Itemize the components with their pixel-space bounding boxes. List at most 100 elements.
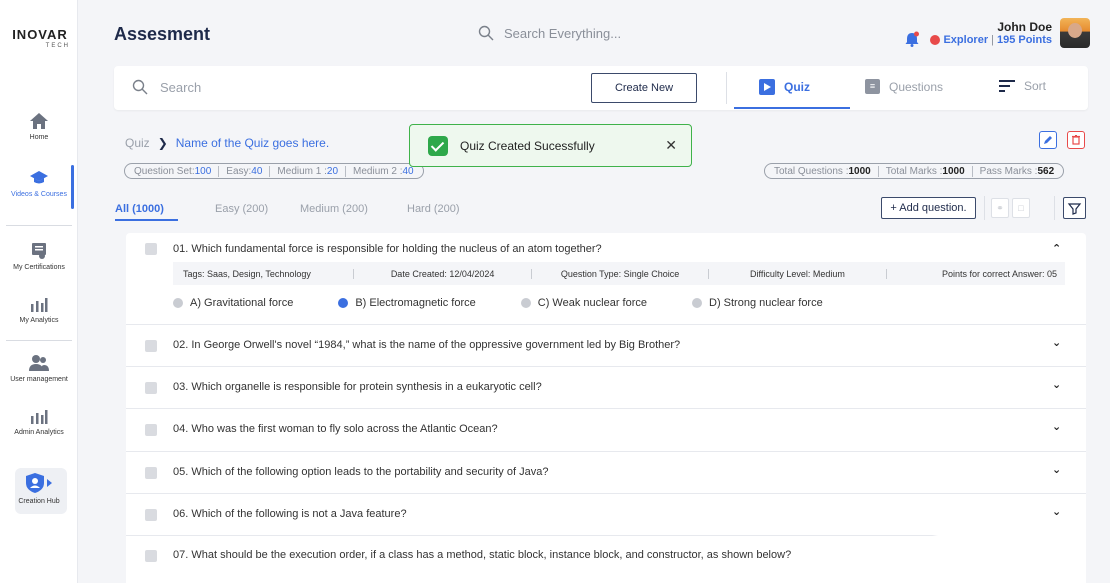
sidebar-item-home[interactable]: Home [0,112,78,141]
chevron-down-icon[interactable]: ⌄ [1052,336,1061,349]
question-text: 07. What should be the execution order, … [173,549,792,561]
close-icon[interactable]: ✕ [665,137,677,154]
question-checkbox[interactable] [145,424,157,436]
page-title: Assesment [114,24,211,44]
sidebar-item-admin-analytics[interactable]: Admin Analytics [0,407,78,436]
sidebar-divider [6,340,72,341]
question-date: Date Created: 12/04/2024 [354,268,532,279]
brand-name: INOVAR [12,27,68,42]
edit-quiz-button[interactable] [1039,131,1057,149]
notification-bell-icon[interactable] [904,31,920,47]
avatar[interactable] [1060,18,1090,48]
link-icon[interactable]: ⚭ [991,198,1009,218]
stat-value: 100 [194,165,212,177]
question-checkbox[interactable] [145,382,157,394]
quiz-stats-right: Total Questions :1000 Total Marks :1000 … [764,163,1065,179]
sort-icon [999,80,1015,92]
user-profile[interactable]: John Doe Explorer | 195 Points [930,18,1090,48]
pencil-icon [1044,136,1052,144]
success-toast: Quiz Created Sucessfully ✕ [409,124,692,167]
stat-value: 40 [251,165,263,177]
quiz-toolbar: Search Create New Quiz ≡ Questions Sort [114,66,1088,110]
sidebar-item-user-management[interactable]: User management [0,354,78,383]
question-row[interactable]: 06. Which of the following is not a Java… [126,494,1086,536]
create-new-button[interactable]: Create New [591,73,697,103]
trash-icon[interactable]: □ [1012,198,1030,218]
question-checkbox[interactable] [145,467,157,479]
answer-option[interactable]: B) Electromagnetic force [338,297,476,309]
answer-option[interactable]: D) Strong nuclear force [692,297,823,309]
tab-label: Questions [889,79,944,94]
sidebar-item-certifications[interactable]: My Certifications [0,242,78,271]
question-checkbox[interactable] [145,340,157,352]
toast-message: Quiz Created Sucessfully [460,138,595,153]
certificate-icon [32,243,46,259]
search-icon [478,25,494,41]
answer-option[interactable]: C) Weak nuclear force [520,297,647,309]
search-input[interactable]: Search [132,79,201,95]
question-checkbox[interactable] [145,550,157,562]
option-label: A) Gravitational force [190,297,294,309]
filter-tab-easy[interactable]: Easy (200) [215,203,268,215]
question-row[interactable]: 04. Who was the first woman to fly solo … [126,409,1086,452]
sidebar-divider [6,225,72,226]
question-meta: Tags: Saas, Design, Technology Date Crea… [173,262,1065,285]
brand-logo[interactable]: INOVAR TECH [10,27,70,49]
filter-tab-medium[interactable]: Medium (200) [300,203,368,215]
sidebar-item-my-analytics[interactable]: My Analytics [0,295,78,324]
global-search[interactable]: Search Everything... [478,25,621,41]
answer-option[interactable]: A) Gravitational force [173,297,293,309]
question-row[interactable]: 02. In George Orwell's novel “1984,” wha… [126,325,1086,367]
sidebar-item-label: My Analytics [19,317,59,324]
filter-tab-all[interactable]: All (1000) [115,203,164,215]
tab-sort[interactable]: Sort [999,79,1046,93]
list-icon: ≡ [865,79,880,94]
answer-options: A) Gravitational force B) Electromagneti… [173,297,868,309]
question-text: 06. Which of the following is not a Java… [173,508,407,520]
stat-value: 40 [402,165,414,177]
chevron-down-icon[interactable]: ⌄ [1052,463,1061,476]
question-checkbox[interactable] [145,509,157,521]
chevron-up-icon[interactable]: ⌃ [1052,242,1061,255]
question-checkbox[interactable] [145,243,157,255]
tab-questions[interactable]: ≡ Questions [865,79,943,94]
toolbar-divider [726,72,727,104]
sidebar-item-creation-hub[interactable]: Creation Hub [0,472,78,505]
sidebar-item-label: Admin Analytics [14,429,64,436]
delete-quiz-button[interactable] [1067,131,1085,149]
filter-button[interactable] [1063,197,1086,219]
chevron-down-icon[interactable]: ⌄ [1052,378,1061,391]
question-row[interactable]: 05. Which of the following option leads … [126,452,1086,494]
divider [1054,196,1055,220]
user-points: 195 Points [996,34,1052,46]
stat-label: Total Questions : [774,165,849,177]
chevron-right-icon: ❯ [157,136,168,150]
filter-icon [1067,203,1082,215]
radio-icon [692,298,702,308]
sidebar-item-label: My Certifications [13,264,65,271]
analytics-icon [31,298,48,312]
stat-label: Total Marks : [885,165,943,177]
question-row-expanded[interactable]: 01. Which fundamental force is responsib… [126,233,1086,325]
users-icon [29,355,49,371]
breadcrumb-current: Name of the Quiz goes here. [175,136,330,150]
breadcrumb-root[interactable]: Quiz [125,136,150,150]
chevron-down-icon[interactable]: ⌄ [1052,505,1061,518]
quiz-stats-left: Question Set:100 Easy:40 Medium 1 :20 Me… [124,163,424,179]
sidebar-item-label: Home [29,134,49,141]
sidebar-item-label: Videos & Courses [11,191,67,198]
user-badge: Explorer [943,34,989,46]
sidebar-item-videos-courses[interactable]: Videos & Courses [0,165,78,209]
tab-quiz[interactable]: Quiz [759,79,810,95]
filter-tab-hard[interactable]: Hard (200) [407,203,460,215]
question-text: 04. Who was the first woman to fly solo … [173,423,498,435]
question-type: Question Type: Single Choice [532,268,710,279]
add-question-button[interactable]: + Add question. [881,197,976,219]
home-icon [30,113,48,129]
page-curl-overlay [726,535,1086,583]
search-icon [132,79,148,95]
radio-selected-icon [338,298,349,308]
chevron-down-icon[interactable]: ⌄ [1052,420,1061,433]
stat-label: Question Set: [134,165,195,177]
question-row[interactable]: 03. Which organelle is responsible for p… [126,367,1086,409]
